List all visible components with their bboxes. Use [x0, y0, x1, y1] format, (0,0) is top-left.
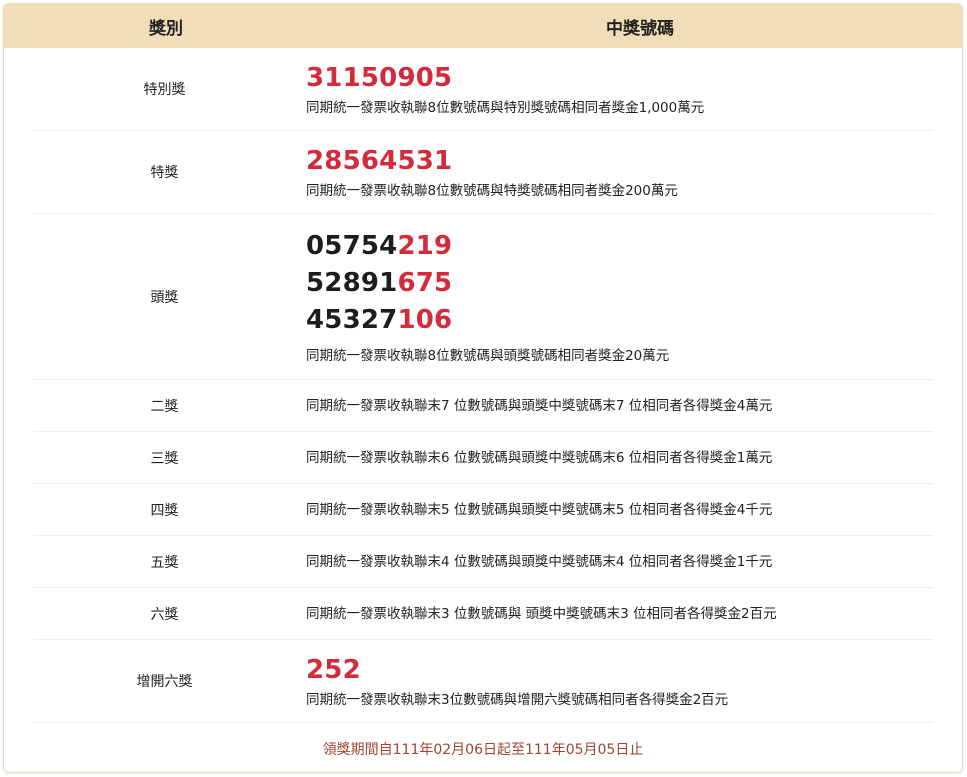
prize-name-extra-sixth: 增開六獎	[136, 674, 193, 690]
fourth-prize-description: 同期統一發票收執聯末5 位數號碼與頭獎中獎號碼末5 位相同者各得獎金4千元	[306, 501, 773, 518]
first-prize-description: 同期統一發票收執聯8位數號碼與頭獎號碼相同者獎金20萬元	[306, 348, 670, 364]
prize-name-second: 二獎	[150, 398, 179, 415]
table-row-fourth-prize: 四獎 同期統一發票收執聯末5 位數號碼與頭獎中獎號碼末5 位相同者各得獎金4千元	[33, 484, 933, 536]
first-prize-number-1-head: 05754	[306, 231, 398, 261]
first-prize-number-3-tail: 106	[397, 305, 453, 335]
table-row-grand-prize: 特獎 28564531 同期統一發票收執聯8位數號碼與特獎號碼相同者獎金200萬…	[33, 131, 933, 214]
header-winning-numbers: 中獎號碼	[606, 18, 674, 39]
first-prize-number-3: 45327106	[306, 302, 933, 339]
first-prize-number-2: 52891675	[306, 265, 933, 302]
prize-name-third: 三獎	[150, 450, 179, 467]
table-row-extra-sixth-prize: 增開六獎 252 同期統一發票收執聯末3位數號碼與增開六獎號碼相同者各得獎金2百…	[33, 640, 933, 723]
prize-name-fourth: 四獎	[150, 502, 179, 519]
prize-name-fifth: 五獎	[150, 554, 179, 571]
table-row-second-prize: 二獎 同期統一發票收執聯末7 位數號碼與頭獎中獎號碼末7 位相同者各得獎金4萬元	[33, 380, 933, 432]
prize-name-special: 特別獎	[143, 82, 186, 98]
table-row-third-prize: 三獎 同期統一發票收執聯末6 位數號碼與頭獎中獎號碼末6 位相同者各得獎金1萬元	[33, 432, 933, 484]
prize-table: 獎別 中獎號碼 特別獎 31150905 同期統一發票收執聯8位數號碼與特別獎號…	[3, 3, 963, 773]
sixth-prize-description: 同期統一發票收執聯末3 位數號碼與 頭獎中獎號碼末3 位相同者各得獎金2百元	[306, 605, 777, 622]
grand-prize-description: 同期統一發票收執聯8位數號碼與特獎號碼相同者獎金200萬元	[306, 182, 678, 199]
claim-period-note: 領獎期間自111年02月06日起至111年05月05日止	[322, 742, 644, 758]
fifth-prize-description: 同期統一發票收執聯末4 位數號碼與頭獎中獎號碼末4 位相同者各得獎金1千元	[306, 553, 773, 570]
second-prize-description: 同期統一發票收執聯末7 位數號碼與頭獎中獎號碼末7 位相同者各得獎金4萬元	[306, 397, 773, 414]
table-header: 獎別 中獎號碼	[4, 4, 962, 48]
grand-prize-number: 28564531	[306, 145, 453, 176]
prize-name-grand: 特獎	[150, 165, 179, 181]
first-prize-number-2-tail: 675	[397, 268, 453, 298]
third-prize-description: 同期統一發票收執聯末6 位數號碼與頭獎中獎號碼末6 位相同者各得獎金1萬元	[306, 449, 773, 466]
table-row-first-prize: 頭獎 05754219 52891675 45327106 同期統一發票收執聯8…	[33, 214, 933, 380]
extra-sixth-prize-description: 同期統一發票收執聯末3位數號碼與增開六獎號碼相同者各得獎金2百元	[306, 691, 729, 708]
first-prize-number-2-head: 52891	[306, 268, 398, 298]
table-row-special-prize: 特別獎 31150905 同期統一發票收執聯8位數號碼與特別獎號碼相同者獎金1,…	[33, 48, 933, 131]
first-prize-number-1-tail: 219	[397, 231, 453, 261]
prize-name-first: 頭獎	[150, 289, 179, 306]
special-prize-number: 31150905	[306, 62, 453, 93]
header-prize-category: 獎別	[149, 18, 183, 39]
extra-sixth-prize-number: 252	[306, 654, 361, 685]
table-row-sixth-prize: 六獎 同期統一發票收執聯末3 位數號碼與 頭獎中獎號碼末3 位相同者各得獎金2百…	[33, 588, 933, 640]
special-prize-description: 同期統一發票收執聯8位數號碼與特別獎號碼相同者獎金1,000萬元	[306, 99, 705, 116]
table-row-fifth-prize: 五獎 同期統一發票收執聯末4 位數號碼與頭獎中獎號碼末4 位相同者各得獎金1千元	[33, 536, 933, 588]
first-prize-number-3-head: 45327	[306, 305, 398, 335]
prize-name-sixth: 六獎	[150, 606, 179, 623]
first-prize-number-1: 05754219	[306, 228, 933, 265]
